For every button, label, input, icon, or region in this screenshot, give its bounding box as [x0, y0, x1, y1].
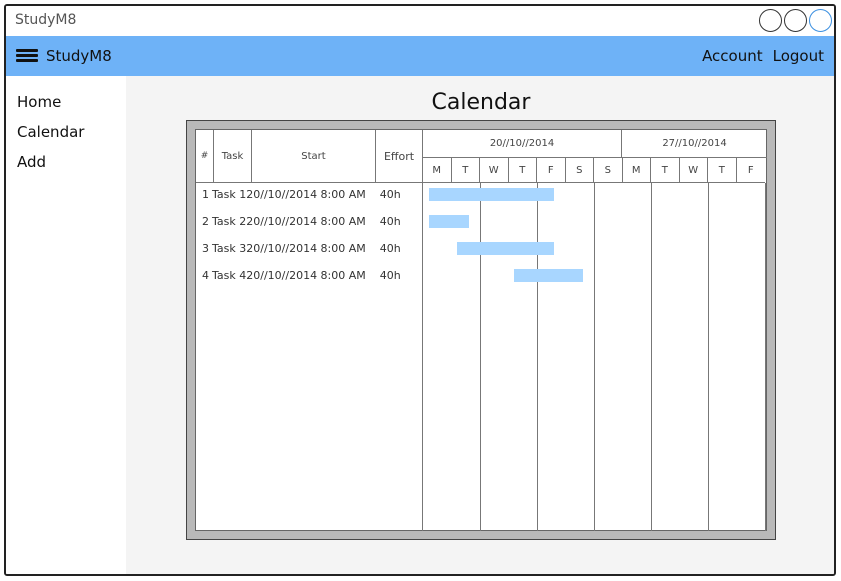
task-bar[interactable] — [428, 215, 469, 228]
task-bar[interactable] — [457, 242, 555, 255]
table-row[interactable]: 4 Task 420//10//2014 8:00 AM 40h — [202, 268, 401, 284]
row-effort: 40h — [379, 188, 401, 201]
day-header: W — [480, 158, 509, 183]
main-content: Calendar # Task Start Effort 20//10//201… — [126, 76, 834, 574]
row-start: 20//10//2014 8:00 AM — [246, 242, 366, 255]
task-bar[interactable] — [514, 269, 583, 282]
day-header: T — [708, 158, 737, 183]
sidebar: Home Calendar Add — [6, 76, 126, 574]
day-header: F — [537, 158, 566, 183]
window-controls — [759, 9, 832, 32]
app-title: StudyM8 — [15, 12, 77, 28]
row-effort: 40h — [379, 242, 401, 255]
app-window: StudyM8 StudyM8 Account Logout Home Cale… — [4, 4, 836, 576]
table-row[interactable]: 2 Task 220//10//2014 8:00 AM 40h — [202, 214, 401, 230]
navbar: StudyM8 Account Logout — [6, 36, 834, 76]
row-num: 1 — [202, 188, 209, 201]
sidebar-item-home[interactable]: Home — [6, 87, 126, 117]
grid-line — [765, 183, 766, 531]
grid-line — [708, 183, 709, 531]
week-header: 27//10//2014 — [622, 130, 767, 158]
row-start: 20//10//2014 8:00 AM — [246, 215, 366, 228]
maximize-icon[interactable] — [784, 9, 807, 32]
gantt-chart: # Task Start Effort 20//10//2014 27//10/… — [195, 129, 767, 531]
day-header: T — [451, 158, 480, 183]
sidebar-item-add[interactable]: Add — [6, 147, 126, 177]
table-row[interactable]: 1 Task 120//10//2014 8:00 AM 40h — [202, 187, 401, 203]
grid-line — [480, 183, 481, 531]
row-start: 20//10//2014 8:00 AM — [246, 269, 366, 282]
row-num: 4 — [202, 269, 209, 282]
close-icon[interactable] — [809, 9, 832, 32]
task-bar[interactable] — [428, 188, 555, 201]
grid-line — [537, 183, 538, 531]
header-task: Task — [214, 130, 252, 183]
nav-links: Account Logout — [702, 47, 824, 65]
row-effort: 40h — [379, 269, 401, 282]
day-header: W — [679, 158, 708, 183]
sidebar-item-calendar[interactable]: Calendar — [6, 117, 126, 147]
header-num: # — [196, 130, 214, 183]
account-link[interactable]: Account — [702, 47, 763, 65]
header-start: Start — [252, 130, 376, 183]
table-row[interactable]: 3 Task 320//10//2014 8:00 AM 40h — [202, 241, 401, 257]
logout-link[interactable]: Logout — [773, 47, 824, 65]
row-start: 20//10//2014 8:00 AM — [246, 188, 366, 201]
day-header: T — [651, 158, 680, 183]
gantt-frame: # Task Start Effort 20//10//2014 27//10/… — [186, 120, 776, 540]
day-header: M — [423, 158, 452, 183]
minimize-icon[interactable] — [759, 9, 782, 32]
row-effort: 40h — [379, 215, 401, 228]
row-task: Task 1 — [212, 188, 247, 201]
day-header: F — [736, 158, 765, 183]
title-bar: StudyM8 — [6, 6, 834, 36]
grid-line — [422, 183, 423, 531]
grid-line — [594, 183, 595, 531]
week-header: 20//10//2014 — [423, 130, 622, 158]
nav-brand[interactable]: StudyM8 — [46, 47, 112, 65]
row-task: Task 4 — [212, 269, 247, 282]
row-task: Task 2 — [212, 215, 247, 228]
day-header: M — [622, 158, 651, 183]
row-num: 2 — [202, 215, 209, 228]
page-title: Calendar — [431, 90, 531, 115]
day-header: T — [508, 158, 537, 183]
day-header: S — [565, 158, 594, 183]
row-num: 3 — [202, 242, 209, 255]
day-header: S — [594, 158, 623, 183]
header-effort: Effort — [376, 130, 423, 183]
grid-line — [651, 183, 652, 531]
menu-icon[interactable] — [16, 49, 38, 63]
row-task: Task 3 — [212, 242, 247, 255]
